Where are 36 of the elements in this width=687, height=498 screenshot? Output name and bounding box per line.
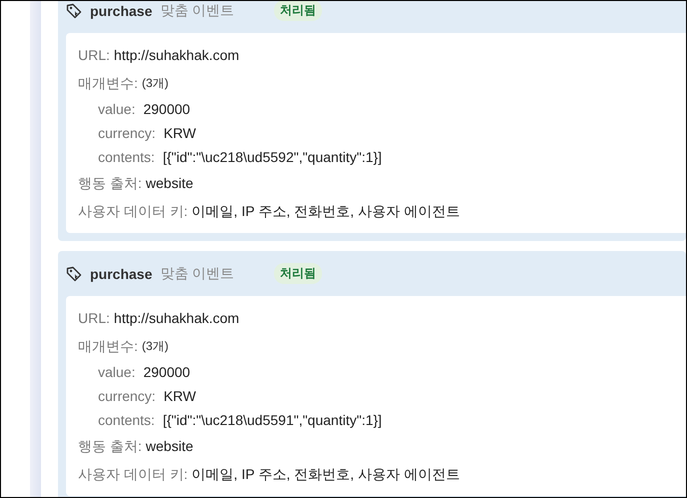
field-label: URL: — [78, 309, 110, 327]
tag-icon — [66, 266, 82, 282]
event-name: purchase — [90, 266, 152, 282]
param-value: KRW — [164, 387, 196, 405]
param-count: (3개) — [142, 338, 169, 355]
param-value: 290000 — [143, 100, 190, 118]
event-name: purchase — [90, 2, 152, 18]
param-value: 290000 — [143, 363, 190, 381]
field-value: http://suhakhak.com — [114, 309, 240, 327]
field-label: 매개변수: — [78, 74, 138, 92]
field-value: website — [146, 437, 194, 455]
field-value: 이메일, IP 주소, 전화번호, 사용자 에이전트 — [192, 202, 460, 220]
field-label: 사용자 데이터 키: — [78, 202, 188, 220]
param-key: currency: — [98, 387, 156, 405]
field-label: 행동 출처: — [78, 437, 142, 455]
param-value: KRW — [164, 124, 196, 142]
field-label: 사용자 데이터 키: — [78, 465, 188, 483]
param-count: (3개) — [142, 75, 169, 92]
field-label: URL: — [78, 46, 110, 64]
param-key: value: — [98, 100, 136, 118]
field-value: http://suhakhak.com — [114, 46, 240, 64]
param-value: [{"id":"\uc218\ud5592","quantity":1}] — [162, 148, 382, 166]
field-label: 매개변수: — [78, 337, 138, 355]
param-key: contents: — [98, 148, 155, 166]
status-badge: 처리됨 — [274, 263, 322, 284]
field-value: 이메일, IP 주소, 전화번호, 사용자 에이전트 — [192, 465, 460, 483]
field-label: 행동 출처: — [78, 174, 142, 192]
event-type: 맞춤 이벤트 — [160, 2, 234, 20]
param-key: contents: — [98, 411, 155, 429]
event-type: 맞춤 이벤트 — [160, 264, 234, 282]
param-value: [{"id":"\uc218\ud5591","quantity":1}] — [162, 411, 382, 429]
param-key: currency: — [98, 124, 156, 142]
status-badge: 처리됨 — [274, 1, 322, 21]
tag-icon — [66, 2, 82, 18]
field-value: website — [146, 174, 194, 192]
param-key: value: — [98, 363, 136, 381]
